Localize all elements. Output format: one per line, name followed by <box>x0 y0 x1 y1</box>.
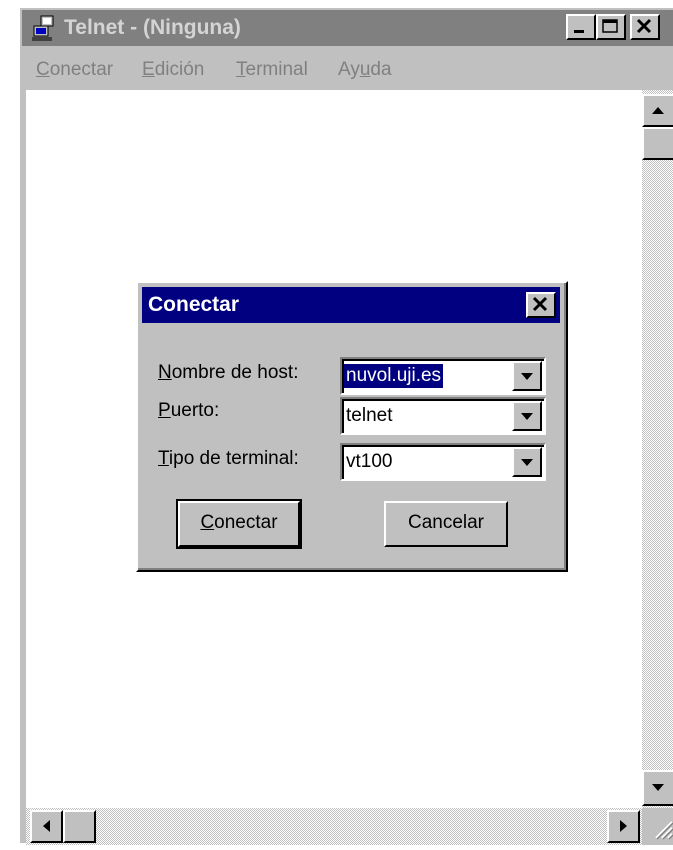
vertical-scrollbar[interactable] <box>642 90 673 808</box>
terminal-type-combobox[interactable]: vt100 <box>340 443 546 481</box>
scroll-right-button[interactable] <box>607 810 640 843</box>
connect-dialog: Conectar Nombre de host: nuvol.uji.es Pu… <box>136 281 568 572</box>
dialog-close-button[interactable] <box>526 292 556 318</box>
arrow-right-icon <box>620 820 627 832</box>
dialog-titlebar[interactable]: Conectar <box>142 287 560 323</box>
scroll-up-button[interactable] <box>642 94 673 127</box>
chevron-down-icon <box>521 459 533 466</box>
host-name-dropdown-button[interactable] <box>512 361 542 391</box>
maximize-button[interactable] <box>596 14 626 40</box>
minimize-icon <box>574 30 584 33</box>
horizontal-scroll-thumb[interactable] <box>63 810 96 843</box>
terminal-type-label: Tipo de terminal: <box>158 448 299 469</box>
chevron-down-icon <box>521 373 533 380</box>
cancel-button[interactable]: Cancelar <box>384 501 508 547</box>
host-name-value[interactable]: nuvol.uji.es <box>344 364 444 388</box>
dialog-title: Conectar <box>148 293 240 316</box>
chevron-down-icon <box>521 413 533 420</box>
vertical-scroll-thumb[interactable] <box>642 127 673 160</box>
port-label: Puerto: <box>158 400 220 421</box>
resize-grip[interactable] <box>642 808 673 845</box>
port-combobox[interactable]: telnet <box>340 397 546 435</box>
host-name-combobox[interactable]: nuvol.uji.es <box>340 357 546 395</box>
arrow-left-icon <box>43 820 50 832</box>
connect-button[interactable]: Conectar <box>176 499 302 549</box>
window-title: Telnet - (Ninguna) <box>64 16 241 39</box>
port-dropdown-button[interactable] <box>512 401 542 431</box>
maximize-icon <box>602 19 618 33</box>
arrow-down-icon <box>652 784 664 791</box>
window-titlebar[interactable]: Telnet - (Ninguna) <box>22 10 673 46</box>
arrow-up-icon <box>652 107 664 114</box>
minimize-button[interactable] <box>566 14 596 40</box>
resize-grip-icon <box>655 821 673 840</box>
close-icon <box>636 18 652 34</box>
menu-ayuda[interactable]: Ayuda <box>338 58 392 82</box>
horizontal-scrollbar[interactable] <box>26 808 642 845</box>
menu-terminal[interactable]: Terminal <box>236 58 308 82</box>
scroll-down-button[interactable] <box>642 770 673 806</box>
menu-conectar[interactable]: Conectar <box>36 58 113 82</box>
close-button[interactable] <box>630 14 660 40</box>
terminal-type-value[interactable]: vt100 <box>344 450 394 474</box>
menu-bar: Conectar Edición Terminal Ayuda <box>22 48 673 90</box>
menu-edicion[interactable]: Edición <box>142 58 204 82</box>
scroll-left-button[interactable] <box>30 810 63 843</box>
port-value[interactable]: telnet <box>344 404 394 428</box>
terminal-type-dropdown-button[interactable] <box>512 447 542 477</box>
telnet-computer-icon[interactable] <box>32 14 60 42</box>
host-name-label: Nombre de host: <box>158 362 299 383</box>
close-icon <box>532 296 548 312</box>
